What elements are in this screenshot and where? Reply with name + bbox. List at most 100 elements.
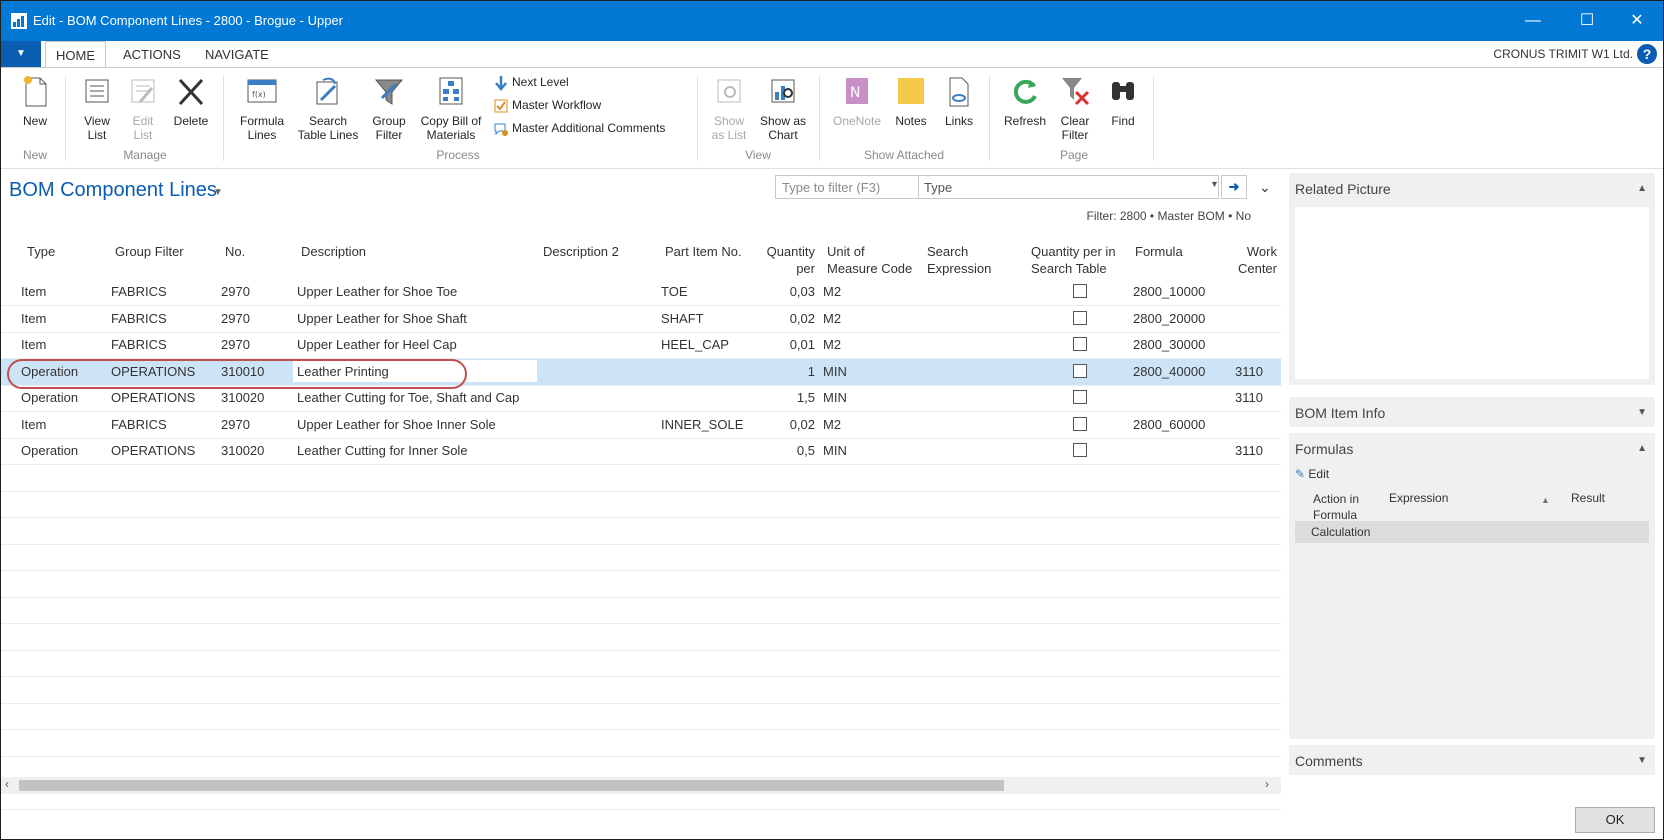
qty-search-table-checkbox[interactable] (1073, 390, 1087, 404)
table-row[interactable]: Item FABRICS 2970 Upper Leather for Shoe In… (1, 412, 1281, 439)
cell-description[interactable]: Leather Cutting for Toe, Shaft and Cap (297, 390, 519, 405)
page-title[interactable]: BOM Component Lines (9, 179, 217, 202)
cell-uom[interactable]: M2 (823, 311, 841, 326)
tab-home[interactable]: HOME (45, 41, 106, 68)
cell-formula[interactable]: 2800_10000 (1133, 284, 1205, 299)
cell-group-filter[interactable]: OPERATIONS (111, 390, 195, 405)
cell-formula[interactable]: 2800_30000 (1133, 337, 1205, 352)
edit-action[interactable]: ✎ Edit (1295, 467, 1329, 481)
table-row[interactable]: Operation OPERATIONS 310020 Leather Cutting… (1, 385, 1281, 412)
cell-part-item-no[interactable]: TOE (661, 284, 688, 299)
filter-search-input[interactable]: Type to filter (F3) (782, 180, 906, 195)
new-button[interactable]: New (15, 74, 55, 128)
tab-actions[interactable]: ACTIONS (113, 41, 191, 67)
expand-icon[interactable]: ▼ (1637, 755, 1647, 766)
onenote-button[interactable]: N OneNote (829, 74, 885, 128)
cell-quantity-per[interactable]: 0,02 (753, 417, 815, 432)
maximize-button[interactable]: ☐ (1567, 9, 1607, 33)
cell-no[interactable]: 2970 (221, 417, 250, 432)
refresh-button[interactable]: Refresh (999, 74, 1051, 128)
cell-quantity-per[interactable]: 0,01 (753, 337, 815, 352)
cell-part-item-no[interactable]: SHAFT (661, 311, 704, 326)
cell-work-center[interactable]: 3110 (1233, 390, 1263, 405)
formula-row[interactable]: Calculation (1295, 521, 1649, 543)
search-table-lines-button[interactable]: Search Table Lines (295, 74, 361, 142)
cell-description[interactable]: Upper Leather for Shoe Shaft (297, 311, 467, 326)
cell-quantity-per[interactable]: 0,02 (753, 311, 815, 326)
col-header-formula[interactable]: Formula (1135, 243, 1183, 260)
view-list-button[interactable]: View List (77, 74, 117, 142)
notes-button[interactable]: Notes (889, 74, 933, 128)
scroll-right-icon[interactable]: › (1265, 777, 1269, 791)
cell-type[interactable]: Item (21, 337, 46, 352)
help-icon[interactable]: ? (1637, 44, 1657, 64)
apply-filter-button[interactable]: ➜ (1221, 175, 1247, 199)
bom-item-info-title[interactable]: BOM Item Info (1295, 405, 1385, 421)
cell-part-item-no[interactable]: HEEL_CAP (661, 337, 729, 352)
cell-type[interactable]: Operation (21, 390, 78, 405)
cell-formula[interactable]: 2800_20000 (1133, 311, 1205, 326)
cell-uom[interactable]: MIN (823, 443, 847, 458)
cell-quantity-per[interactable]: 1,5 (753, 390, 815, 405)
cell-type[interactable]: Item (21, 311, 46, 326)
qty-search-table-checkbox[interactable] (1073, 337, 1087, 351)
col-header-description[interactable]: Description (301, 243, 366, 260)
related-picture-title[interactable]: Related Picture (1295, 181, 1391, 197)
title-dropdown-icon[interactable]: ▼ (213, 187, 223, 198)
cell-work-center[interactable]: 3110 (1233, 443, 1263, 458)
show-as-chart-button[interactable]: Show as Chart (757, 74, 809, 142)
cell-quantity-per[interactable]: 0,5 (753, 443, 815, 458)
table-row[interactable]: Item FABRICS 2970 Upper Leather for Shoe Sh… (1, 306, 1281, 333)
col-header-no[interactable]: No. (225, 243, 245, 260)
filter-field-select[interactable]: Type (924, 180, 952, 195)
cell-no[interactable]: 310020 (221, 443, 264, 458)
qty-search-table-checkbox[interactable] (1073, 310, 1087, 325)
tab-navigate[interactable]: NAVIGATE (195, 41, 279, 67)
col-header-description-2[interactable]: Description 2 (543, 243, 619, 260)
cell-description[interactable]: Upper Leather for Shoe Inner Sole (297, 417, 496, 432)
formula-col-action[interactable]: Action in Formula (1313, 491, 1359, 523)
edit-list-button[interactable]: Edit List (123, 74, 163, 142)
table-row[interactable]: Item FABRICS 2970 Upper Leather for Shoe To… (1, 279, 1281, 306)
cell-uom[interactable]: M2 (823, 284, 841, 299)
cell-group-filter[interactable]: FABRICS (111, 284, 167, 299)
group-filter-button[interactable]: Group Filter (367, 74, 411, 142)
col-header-qty-search-table[interactable]: Quantity per in Search Table (1031, 243, 1116, 277)
qty-search-table-checkbox[interactable] (1073, 284, 1087, 298)
cell-work-center[interactable]: 3110 (1233, 364, 1263, 379)
scrollbar-thumb[interactable] (19, 780, 1004, 791)
col-header-group-filter[interactable]: Group Filter (115, 243, 184, 260)
cell-type[interactable]: Operation (21, 443, 78, 458)
cell-formula[interactable]: 2800_40000 (1133, 364, 1205, 379)
qty-search-table-checkbox[interactable] (1073, 416, 1087, 431)
col-header-type[interactable]: Type (27, 243, 55, 260)
horizontal-scrollbar[interactable]: ‹ › (1, 777, 1281, 794)
clear-filter-button[interactable]: Clear Filter (1053, 74, 1097, 142)
cell-description[interactable]: Upper Leather for Shoe Toe (297, 284, 457, 299)
col-header-search-expression[interactable]: Search Expression (927, 243, 991, 277)
cell-description[interactable]: Upper Leather for Heel Cap (297, 337, 457, 352)
col-header-uom[interactable]: Unit of Measure Code (827, 243, 912, 277)
expand-icon[interactable]: ▼ (1637, 407, 1647, 418)
file-menu-button[interactable]: ▼ (1, 41, 41, 67)
cell-no[interactable]: 310020 (221, 390, 264, 405)
cell-group-filter[interactable]: FABRICS (111, 337, 167, 352)
master-additional-comments-button[interactable]: Master Additional Comments (493, 118, 665, 138)
cell-uom[interactable]: MIN (823, 390, 847, 405)
formula-col-expression[interactable]: Expression (1389, 491, 1448, 505)
col-header-part-item-no[interactable]: Part Item No. (665, 243, 742, 260)
table-row[interactable]: Item FABRICS 2970 Upper Leather for Heel Ca… (1, 332, 1281, 359)
cell-type[interactable]: Item (21, 417, 46, 432)
col-header-work-center[interactable]: Work Center (1233, 243, 1277, 277)
cell-type[interactable]: Item (21, 284, 46, 299)
cell-no[interactable]: 2970 (221, 337, 250, 352)
formulas-title[interactable]: Formulas (1295, 441, 1353, 457)
delete-button[interactable]: Delete (169, 74, 213, 128)
expand-filter-icon[interactable]: ⌄ (1259, 179, 1271, 196)
chevron-down-icon[interactable]: ▼ (1210, 179, 1219, 189)
cell-no[interactable]: 2970 (221, 284, 250, 299)
links-button[interactable]: Links (937, 74, 981, 128)
cell-part-item-no[interactable]: INNER_SOLE (661, 417, 743, 432)
master-workflow-button[interactable]: Master Workflow (493, 95, 601, 115)
formula-lines-button[interactable]: f(x) Formula Lines (235, 74, 289, 142)
